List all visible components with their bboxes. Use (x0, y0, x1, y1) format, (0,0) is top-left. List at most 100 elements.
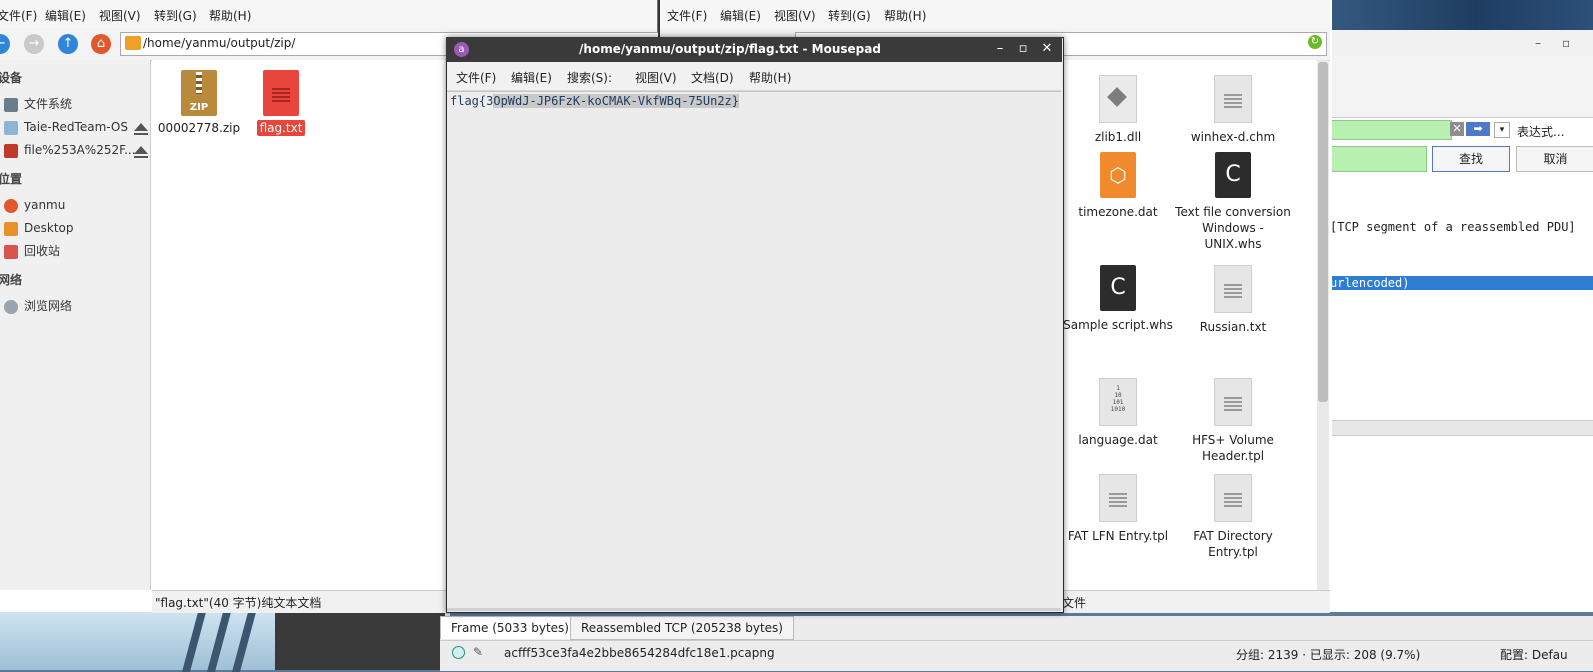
edit-comment-icon[interactable]: ✎ (473, 645, 487, 659)
mousepad-app-icon[interactable]: a (454, 42, 469, 57)
sidebar: 设备 文件系统 Taie-RedTeam-OS file%253A%252F..… (0, 60, 151, 590)
file-name: HFS+ Volume Header.tpl (1192, 433, 1274, 463)
status-indicator-icon[interactable] (452, 646, 465, 659)
file-item[interactable]: HFS+ Volume Header.tpl (1174, 378, 1292, 464)
media-icon (4, 143, 18, 158)
menu-edit[interactable]: 编辑(E) (45, 7, 86, 24)
sidebar-item-filesystem[interactable]: 文件系统 (4, 95, 72, 113)
cancel-button[interactable]: 取消 (1516, 146, 1593, 172)
forward-icon[interactable]: → (24, 34, 44, 54)
file-item[interactable]: Russian.txt (1174, 265, 1292, 335)
eject-icon[interactable] (134, 146, 148, 158)
menu-file[interactable]: 文件(F) (456, 69, 496, 86)
status-text: "flag.txt"(40 字节)纯文本文档 (155, 596, 322, 610)
sidebar-item-label: yanmu (24, 198, 66, 212)
document-icon (1214, 378, 1252, 426)
sidebar-item-desktop[interactable]: Desktop (4, 219, 74, 237)
tab-frame[interactable]: Frame (5033 bytes) (440, 616, 580, 639)
minimize-icon[interactable]: – (1535, 36, 1541, 50)
home-icon (4, 198, 18, 213)
menu-help[interactable]: 帮助(H) (749, 69, 791, 86)
menu-help[interactable]: 帮助(H) (884, 7, 926, 24)
menu-bar: 文件(F) 编辑(E) 视图(V) 转到(G) 帮助(H) (0, 0, 657, 29)
sidebar-item-label: Taie-RedTeam-OS (24, 120, 128, 134)
sidebar-item-label: 文件系统 (24, 97, 73, 111)
menu-view[interactable]: 视图(V) (774, 7, 816, 24)
editor-text[interactable]: flag{3OpWdJ-JP6FzK-koCMAK-VkfWBq-75Un2z} (450, 94, 739, 108)
menu-document[interactable]: 文档(D) (691, 69, 734, 86)
network-icon (4, 299, 18, 314)
file-item[interactable]: FAT LFN Entry.tpl (1059, 474, 1177, 544)
find-button[interactable]: 查找 (1432, 146, 1510, 172)
find-input[interactable] (1330, 146, 1427, 172)
expression-button[interactable]: 表达式... (1517, 123, 1564, 140)
sidebar-item-file-mount[interactable]: file%253A%252F... (4, 141, 136, 159)
menu-view[interactable]: 视图(V) (99, 7, 141, 24)
file-item[interactable]: ⬡ timezone.dat (1059, 152, 1177, 220)
binary-file-icon: 1 10 101 1010 (1099, 378, 1137, 426)
file-name: 00002778.zip (157, 121, 241, 135)
refresh-icon[interactable]: ↻ (1308, 35, 1322, 49)
file-name: FAT LFN Entry.tpl (1067, 529, 1169, 543)
maximize-icon[interactable]: ▫ (1015, 41, 1031, 56)
file-name: Sample script.whs (1063, 318, 1173, 332)
maximize-icon[interactable]: ▫ (1562, 36, 1570, 50)
selected-tree-row[interactable]: urlencoded) (1330, 276, 1593, 290)
apply-filter-icon[interactable]: ➡ (1466, 122, 1490, 136)
back-icon[interactable]: ← (0, 34, 10, 54)
dll-icon (1099, 75, 1137, 123)
text-editor-area[interactable] (447, 91, 1061, 611)
desktop-icon (4, 221, 18, 236)
sidebar-item-browse-network[interactable]: 浏览网络 (4, 297, 72, 315)
file-name: flag.txt (256, 120, 306, 136)
clear-filter-icon[interactable]: ✕ (1450, 122, 1464, 136)
file-item[interactable]: C Text file conversion Windows - UNIX.wh… (1174, 152, 1292, 252)
script-c-icon: C (1100, 265, 1136, 311)
up-icon[interactable]: ↑ (58, 34, 78, 54)
sidebar-item-trash[interactable]: 回收站 (4, 242, 60, 260)
packet-stats: 分组: 2139 · 已显示: 208 (9.7%) (1236, 648, 1421, 662)
file-item[interactable]: zlib1.dll (1059, 75, 1177, 145)
text-selection: OpWdJ-JP6FzK-koCMAK-VkfWBq-75Un2z} (493, 94, 739, 108)
sidebar-item-taie-redteam-os[interactable]: Taie-RedTeam-OS (4, 118, 128, 136)
menu-view[interactable]: 视图(V) (635, 69, 677, 86)
file-item[interactable]: winhex-d.chm (1174, 75, 1292, 145)
chevron-down-icon[interactable]: ▾ (1494, 122, 1510, 138)
status-text: 文件 (1062, 596, 1087, 610)
selected-row-text: urlencoded) (1330, 276, 1410, 290)
scrollbar-thumb[interactable] (1318, 62, 1328, 402)
display-filter-input[interactable] (1330, 120, 1452, 140)
menu-file[interactable]: 文件(F) (667, 7, 707, 24)
window-bottom-edge (447, 608, 1061, 611)
minimize-icon[interactable]: – (992, 41, 1008, 56)
menu-file[interactable]: 文件(F) (0, 7, 37, 24)
tab-reassembled-tcp[interactable]: Reassembled TCP (205238 bytes) (570, 616, 794, 640)
file-item[interactable]: 1 10 101 1010 language.dat (1059, 378, 1177, 448)
eject-icon[interactable] (134, 123, 148, 135)
package-icon: ⬡ (1100, 152, 1136, 198)
file-item-selected[interactable]: flag.txt (231, 70, 331, 136)
sidebar-item-home[interactable]: yanmu (4, 196, 65, 214)
file-item[interactable]: FAT Directory Entry.tpl (1174, 474, 1292, 560)
file-item[interactable]: C Sample script.whs (1059, 265, 1177, 333)
close-icon[interactable]: ✕ (1039, 41, 1055, 56)
sidebar-item-label: file%253A%252F... (24, 143, 136, 157)
drive-icon (4, 97, 18, 112)
home-icon[interactable]: ⌂ (91, 34, 111, 54)
binary-icon-text: 1 10 101 1010 (1110, 385, 1126, 413)
menu-search[interactable]: 搜索(S): (567, 69, 612, 86)
packet-info-text: [TCP segment of a reassembled PDU] (1330, 220, 1576, 234)
file-name: winhex-d.chm (1190, 130, 1276, 144)
menu-help[interactable]: 帮助(H) (209, 7, 251, 24)
menu-go[interactable]: 转到(G) (154, 7, 197, 24)
zip-icon: ZIP (181, 70, 217, 116)
menu-edit[interactable]: 编辑(E) (511, 69, 552, 86)
menu-go[interactable]: 转到(G) (828, 7, 871, 24)
profile-label[interactable]: 配置: Defau (1500, 646, 1568, 663)
pane-divider[interactable] (1330, 420, 1593, 436)
capture-file-name: acfff53ce3fa4e2bbe8654284dfc18e1.pcapng (504, 646, 775, 660)
menu-edit[interactable]: 编辑(E) (720, 7, 761, 24)
file-name: language.dat (1078, 433, 1158, 447)
wireshark-header: – ▫ (1330, 30, 1593, 56)
menu-bar: 文件(F) 编辑(E) 视图(V) 转到(G) 帮助(H) (660, 0, 1330, 29)
